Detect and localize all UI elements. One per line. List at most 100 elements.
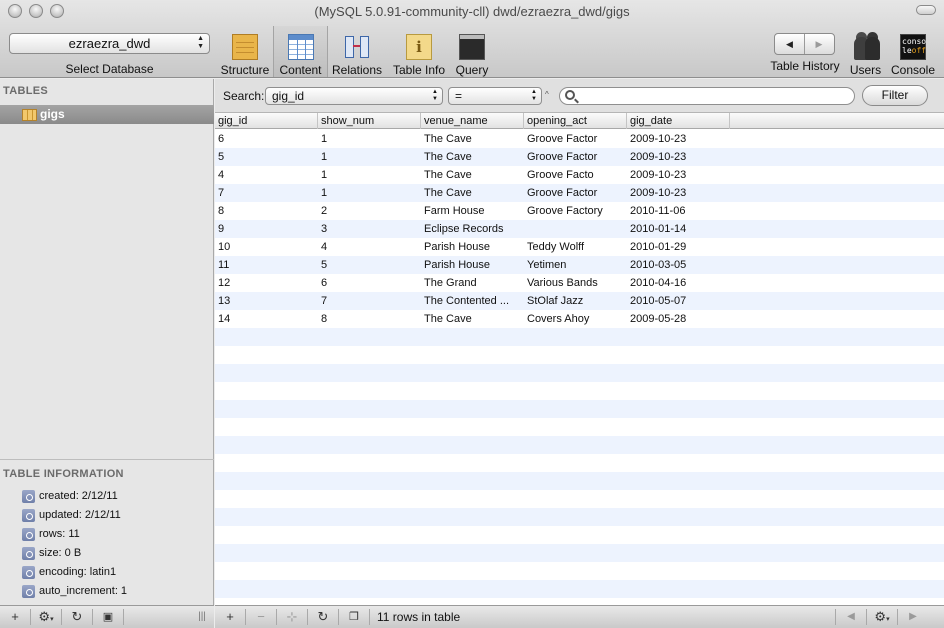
table-row[interactable]: 14 8 The Cave Covers Ahoy 2009-05-28: [215, 310, 944, 328]
table-cell[interactable]: Groove Factor: [524, 130, 627, 148]
back-arrow-icon[interactable]: ◀: [775, 34, 805, 54]
table-row[interactable]: 12 6 The Grand Various Bands 2010-04-16: [215, 274, 944, 292]
column-header[interactable]: opening_act: [524, 113, 627, 129]
table-cell[interactable]: Parish House: [421, 256, 524, 274]
table-cell[interactable]: Groove Factor: [524, 148, 627, 166]
table-row[interactable]: 10 4 Parish House Teddy Wolff 2010-01-29: [215, 238, 944, 256]
show-info-icon[interactable]: ▣: [93, 606, 123, 628]
table-cell[interactable]: 7: [318, 292, 421, 310]
database-select[interactable]: ezraezra_dwd ▲ ▼: [9, 33, 210, 54]
table-cell[interactable]: Covers Ahoy: [524, 310, 627, 328]
column-header[interactable]: gig_id: [215, 113, 318, 129]
table-cell[interactable]: 4: [318, 238, 421, 256]
content-button[interactable]: Content: [273, 26, 328, 77]
table-cell[interactable]: 2010-04-16: [627, 274, 730, 292]
refresh-icon[interactable]: ↻: [308, 606, 338, 628]
sidebar-divider[interactable]: [0, 459, 214, 460]
table-row[interactable]: 6 1 The Cave Groove Factor 2009-10-23: [215, 130, 944, 148]
table-cell[interactable]: 1: [318, 148, 421, 166]
content-table[interactable]: gig_id show_num venue_name opening_act g…: [215, 113, 944, 605]
table-cell[interactable]: 2009-10-23: [627, 166, 730, 184]
table-cell[interactable]: 2010-05-07: [627, 292, 730, 310]
structure-button[interactable]: Structure: [219, 30, 271, 77]
gear-icon[interactable]: ⚙▾: [31, 606, 61, 628]
table-cell[interactable]: 1: [318, 184, 421, 202]
table-cell[interactable]: The Cave: [421, 130, 524, 148]
users-button[interactable]: Users: [847, 30, 884, 77]
table-cell[interactable]: 6: [318, 274, 421, 292]
forward-arrow-icon[interactable]: ▶: [804, 34, 834, 54]
table-cell[interactable]: 14: [215, 310, 318, 328]
table-cell[interactable]: 2010-11-06: [627, 202, 730, 220]
history-nav-control[interactable]: ◀ ▶: [774, 33, 835, 55]
operator-select[interactable]: = ▲ ▼: [448, 87, 542, 105]
table-cell[interactable]: Groove Factor: [524, 184, 627, 202]
console-button[interactable]: conso leoff Console: [889, 30, 937, 77]
split-handle-icon[interactable]: |||: [190, 606, 214, 628]
table-row[interactable]: 5 1 The Cave Groove Factor 2009-10-23: [215, 148, 944, 166]
table-cell[interactable]: 5: [215, 148, 318, 166]
table-cell[interactable]: [524, 220, 627, 238]
table-cell[interactable]: Various Bands: [524, 274, 627, 292]
table-cell[interactable]: Groove Facto: [524, 166, 627, 184]
table-cell[interactable]: Eclipse Records: [421, 220, 524, 238]
table-cell[interactable]: 10: [215, 238, 318, 256]
table-row[interactable]: 4 1 The Cave Groove Facto 2009-10-23: [215, 166, 944, 184]
table-info-button[interactable]: Table Info: [389, 30, 449, 77]
table-cell[interactable]: 6: [215, 130, 318, 148]
column-header[interactable]: gig_date: [627, 113, 730, 129]
table-cell[interactable]: Groove Factory: [524, 202, 627, 220]
table-cell[interactable]: The Grand: [421, 274, 524, 292]
table-cell[interactable]: The Cave: [421, 310, 524, 328]
relations-button[interactable]: Relations: [330, 30, 384, 77]
table-history-button[interactable]: Table History: [766, 59, 844, 77]
prev-page-icon[interactable]: ◀: [836, 606, 866, 628]
table-cell[interactable]: 4: [215, 166, 318, 184]
duplicate-icon[interactable]: ⊹: [277, 606, 307, 628]
table-cell[interactable]: 2009-10-23: [627, 148, 730, 166]
table-cell[interactable]: 2009-10-23: [627, 184, 730, 202]
table-cell[interactable]: 2010-01-29: [627, 238, 730, 256]
table-cell[interactable]: 1: [318, 166, 421, 184]
table-cell[interactable]: The Cave: [421, 166, 524, 184]
column-header[interactable]: venue_name: [421, 113, 524, 129]
table-cell[interactable]: The Contented ...: [421, 292, 524, 310]
table-cell[interactable]: The Cave: [421, 148, 524, 166]
table-cell[interactable]: 1: [318, 130, 421, 148]
copy-sql-icon[interactable]: ❐: [339, 606, 369, 628]
table-row[interactable]: 13 7 The Contented ... StOlaf Jazz 2010-…: [215, 292, 944, 310]
plus-icon[interactable]: +: [0, 606, 30, 628]
table-cell[interactable]: Parish House: [421, 238, 524, 256]
table-cell[interactable]: 7: [215, 184, 318, 202]
table-row[interactable]: 9 3 Eclipse Records 2010-01-14: [215, 220, 944, 238]
table-cell[interactable]: The Cave: [421, 184, 524, 202]
table-cell[interactable]: 2010-01-14: [627, 220, 730, 238]
gear-icon[interactable]: ⚙▾: [867, 606, 897, 628]
table-cell[interactable]: 2: [318, 202, 421, 220]
table-cell[interactable]: Farm House: [421, 202, 524, 220]
table-cell[interactable]: 13: [215, 292, 318, 310]
table-cell[interactable]: Teddy Wolff: [524, 238, 627, 256]
table-cell[interactable]: 8: [318, 310, 421, 328]
table-cell[interactable]: Yetimen: [524, 256, 627, 274]
filter-button[interactable]: Filter: [862, 85, 928, 106]
table-cell[interactable]: 11: [215, 256, 318, 274]
table-row[interactable]: 11 5 Parish House Yetimen 2010-03-05: [215, 256, 944, 274]
table-cell[interactable]: StOlaf Jazz: [524, 292, 627, 310]
next-page-icon[interactable]: ▶: [898, 606, 928, 628]
table-row[interactable]: 7 1 The Cave Groove Factor 2009-10-23: [215, 184, 944, 202]
table-cell[interactable]: 12: [215, 274, 318, 292]
table-cell[interactable]: 2009-10-23: [627, 130, 730, 148]
search-input[interactable]: [559, 87, 855, 105]
table-cell[interactable]: 3: [318, 220, 421, 238]
table-cell[interactable]: 5: [318, 256, 421, 274]
query-button[interactable]: Query: [453, 30, 491, 77]
table-cell[interactable]: 8: [215, 202, 318, 220]
toolbar-toggle-button[interactable]: [916, 5, 936, 15]
table-row[interactable]: 8 2 Farm House Groove Factory 2010-11-06: [215, 202, 944, 220]
table-cell[interactable]: 2009-05-28: [627, 310, 730, 328]
refresh-icon[interactable]: ↻: [62, 606, 92, 628]
table-cell[interactable]: 2010-03-05: [627, 256, 730, 274]
plus-icon[interactable]: +: [215, 606, 245, 628]
sidebar-table-gigs[interactable]: gigs: [0, 105, 214, 124]
